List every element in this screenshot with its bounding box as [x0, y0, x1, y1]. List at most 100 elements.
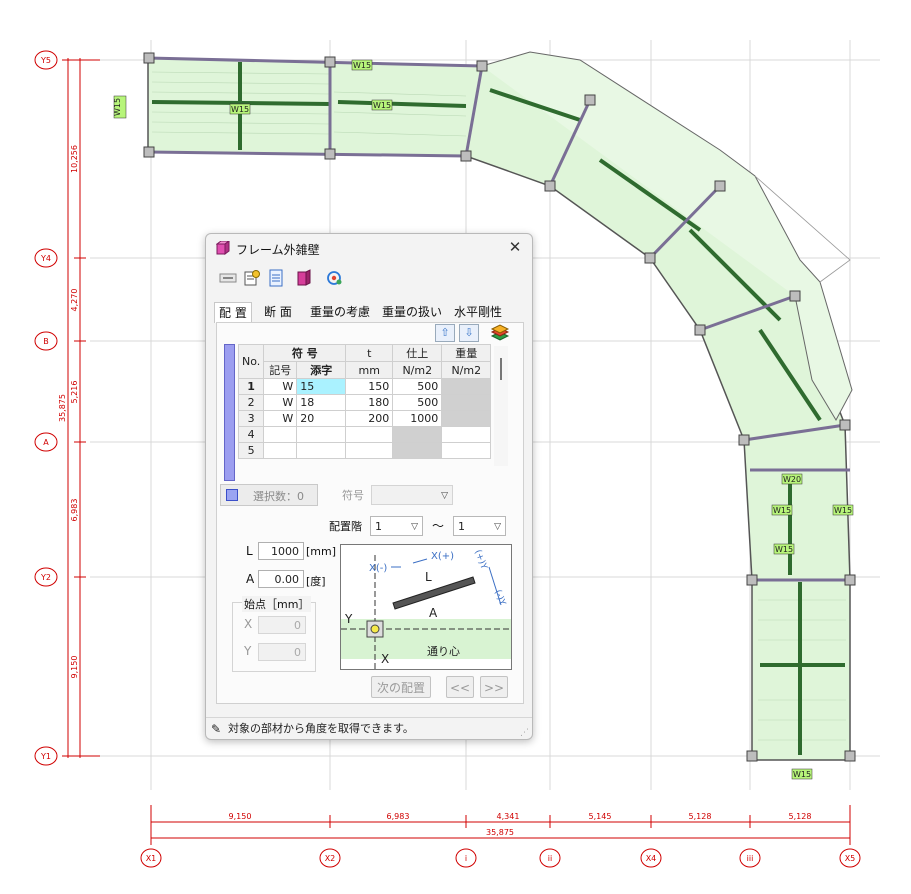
- cell-weight: [441, 378, 492, 395]
- tab-horizontal-stiffness[interactable]: 水平剛性: [450, 302, 506, 322]
- axis-label-y2: Y2: [40, 573, 51, 582]
- floor-from-select[interactable]: 1 ▽: [370, 516, 423, 536]
- cell-thickness[interactable]: 180: [345, 394, 394, 411]
- tab-weight-consider[interactable]: 重量の考慮: [306, 302, 374, 322]
- cell-finish[interactable]: 1000: [392, 410, 443, 427]
- dim-bottom-4: 5,145: [589, 812, 612, 821]
- tab-weight-handling[interactable]: 重量の扱い: [378, 302, 446, 322]
- cell-thickness[interactable]: [345, 442, 394, 459]
- cell-mark[interactable]: [263, 442, 298, 459]
- cell-suffix[interactable]: [296, 426, 347, 443]
- diagram-y-symbol: Y: [344, 612, 353, 626]
- table-scrollbar[interactable]: [494, 346, 508, 466]
- table-row[interactable]: 4: [237, 426, 492, 443]
- select-count-button[interactable]: 選択数：0: [220, 484, 318, 506]
- length-input[interactable]: 1000: [258, 542, 304, 560]
- wall-tag[interactable]: W20: [781, 473, 803, 485]
- select-count-label: 選択数：0: [253, 490, 304, 503]
- diagram-angle-symbol: A: [429, 606, 438, 620]
- scrollbar-thumb[interactable]: [500, 358, 502, 380]
- angle-label: A: [246, 572, 255, 586]
- start-y-input[interactable]: 0: [258, 643, 306, 661]
- properties-icon[interactable]: [243, 269, 261, 287]
- table-row[interactable]: 2 W 18 180 500: [237, 394, 492, 411]
- cell-suffix[interactable]: 15: [296, 378, 347, 395]
- axis-label-x2: X2: [325, 854, 336, 863]
- cell-mark[interactable]: W: [263, 378, 298, 395]
- floor-to-select[interactable]: 1 ▽: [453, 516, 506, 536]
- select-square-icon: [226, 489, 238, 501]
- layers-icon[interactable]: [490, 324, 510, 342]
- wall-tag[interactable]: W15: [771, 504, 793, 516]
- wall-tag[interactable]: W15: [791, 768, 813, 780]
- svg-text:W15: W15: [353, 61, 371, 70]
- length-unit: [mm]: [306, 545, 337, 558]
- start-point-label: 始点［mm］: [242, 596, 312, 612]
- svg-text:W15: W15: [113, 98, 122, 116]
- wall-tag[interactable]: W15: [113, 95, 127, 119]
- table-row[interactable]: 3 W 20 200 1000: [237, 410, 492, 427]
- range-separator: 〜: [432, 519, 445, 533]
- axis-label-x1: X1: [146, 854, 157, 863]
- arrow-down-icon: ⇩: [464, 326, 474, 339]
- col-header-t: t: [345, 344, 394, 362]
- diagram-y-minus: (-)Y: [492, 589, 507, 608]
- cell-thickness[interactable]: 200: [345, 410, 394, 427]
- cell-finish[interactable]: 500: [392, 378, 443, 395]
- cell-suffix[interactable]: 18: [296, 394, 347, 411]
- dialog-title: フレーム外雑壁: [236, 243, 320, 257]
- chevron-down-icon: ▽: [411, 522, 418, 532]
- close-button[interactable]: ✕: [506, 238, 524, 256]
- resize-grip-icon[interactable]: ⋰: [520, 722, 529, 744]
- dim-bottom-5: 5,128: [689, 812, 712, 821]
- start-x-input[interactable]: 0: [258, 616, 306, 634]
- axis-label-y4: Y4: [40, 254, 51, 263]
- cell-suffix[interactable]: 20: [296, 410, 347, 427]
- next-placement-button[interactable]: 次の配置: [371, 676, 431, 698]
- wall-tag[interactable]: W15: [832, 504, 854, 516]
- book-icon[interactable]: [295, 269, 313, 287]
- symbol-label: 符号: [342, 489, 364, 502]
- wall-tag[interactable]: W15: [351, 59, 373, 71]
- table-row[interactable]: 1 W 15 150 500: [237, 378, 492, 395]
- axis-label-ii: ii: [548, 854, 552, 863]
- col-header-symbol: 符 号: [263, 344, 347, 362]
- tab-section[interactable]: 断 面: [260, 302, 296, 322]
- next-page-button[interactable]: >>: [480, 676, 508, 698]
- dim-left-3: 5,216: [70, 381, 79, 404]
- tab-placement[interactable]: 配 置: [214, 302, 252, 323]
- axis-label-a: A: [43, 438, 49, 447]
- cell-finish: [392, 442, 443, 459]
- placement-diagram: X(-) X(+) (+)Y (-)Y L A Y X 通り心: [340, 544, 512, 670]
- wall-tag[interactable]: W15: [229, 103, 251, 115]
- diagram-y-plus: (+)Y: [472, 549, 488, 572]
- floor-to-value: 1: [458, 520, 465, 533]
- chevron-down-icon: ▽: [494, 522, 501, 532]
- cell-thickness[interactable]: [345, 426, 394, 443]
- row-number: 4: [237, 426, 265, 443]
- wall-section-table[interactable]: No. 符 号 t 仕上 重量 記号 添字 mm N/m2 N/m2 1 W 1…: [237, 344, 492, 459]
- row-selector-strip[interactable]: [224, 344, 235, 481]
- cell-mark[interactable]: [263, 426, 298, 443]
- frame-link-icon[interactable]: [219, 269, 237, 287]
- dim-left-1: 10,256: [70, 145, 79, 173]
- cell-thickness[interactable]: 150: [345, 378, 394, 395]
- symbol-select[interactable]: ▽: [371, 485, 453, 505]
- move-down-button[interactable]: ⇩: [459, 324, 479, 342]
- prev-page-button[interactable]: <<: [446, 676, 474, 698]
- svg-text:W15: W15: [834, 506, 852, 515]
- wall-tag[interactable]: W15: [371, 99, 393, 111]
- document-icon[interactable]: [267, 269, 285, 287]
- target-icon[interactable]: [325, 269, 343, 287]
- dim-bottom-6: 5,128: [789, 812, 812, 821]
- angle-input[interactable]: 0.00: [258, 570, 304, 588]
- cell-finish[interactable]: 500: [392, 394, 443, 411]
- cell-mark[interactable]: W: [263, 394, 298, 411]
- cell-suffix[interactable]: [296, 442, 347, 459]
- table-row[interactable]: 5: [237, 442, 492, 459]
- dialog-titlebar[interactable]: フレーム外雑壁 ✕: [206, 234, 532, 262]
- wall-tag[interactable]: W15: [773, 543, 795, 555]
- cell-mark[interactable]: W: [263, 410, 298, 427]
- move-up-button[interactable]: ⇧: [435, 324, 455, 342]
- dim-bottom-1: 9,150: [229, 812, 252, 821]
